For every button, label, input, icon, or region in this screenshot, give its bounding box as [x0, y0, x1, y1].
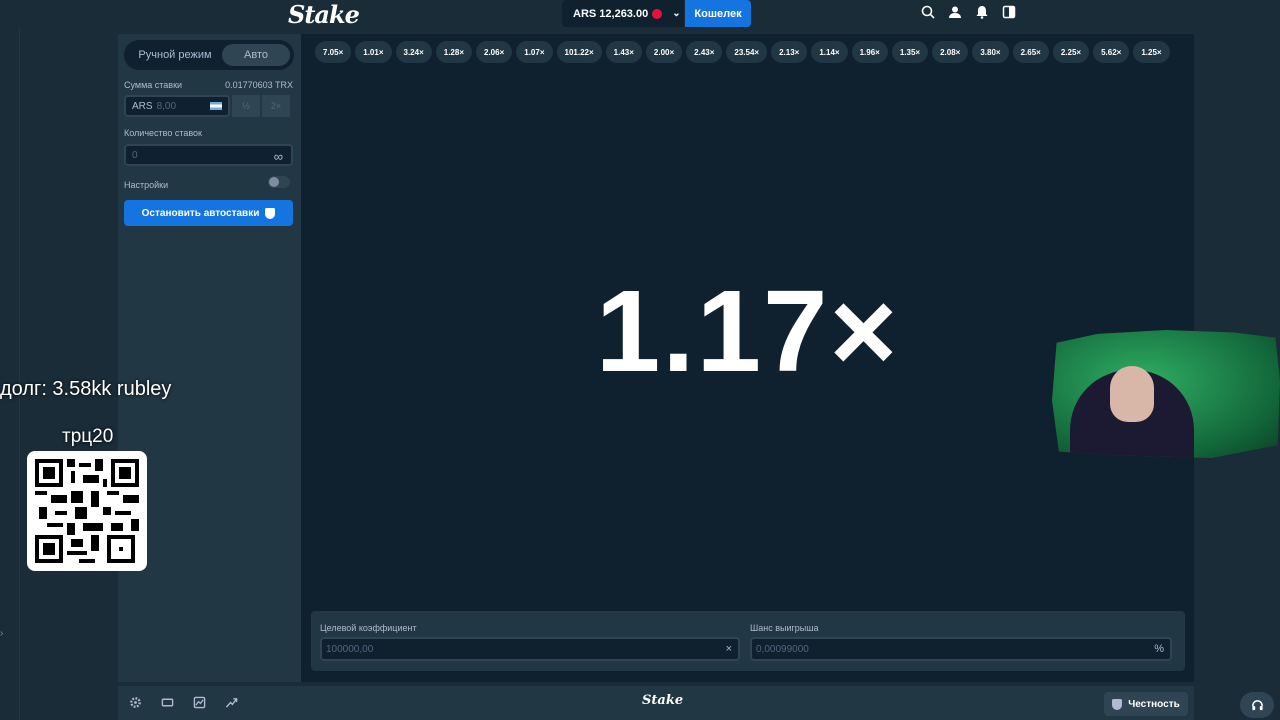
- history-result-pill[interactable]: 1.01×: [355, 41, 392, 63]
- history-result-pill[interactable]: 1.07×: [516, 41, 553, 63]
- multiplier-suffix-icon: ×: [725, 643, 732, 655]
- argentina-flag-icon: [210, 102, 222, 110]
- fairness-label: Честность: [1128, 698, 1180, 710]
- percent-suffix-icon: %: [1154, 643, 1164, 655]
- history-result-pill[interactable]: 5.62×: [1093, 41, 1130, 63]
- history-result-pill[interactable]: 1.28×: [435, 41, 472, 63]
- game-footer: Stake Честность: [118, 686, 1194, 720]
- double-bet-button[interactable]: 2×: [262, 95, 290, 117]
- qr-code-image: [35, 459, 139, 563]
- history-result-pill[interactable]: 1.43×: [605, 41, 642, 63]
- stream-overlay-debt-text: долг: 3.58kk rubley: [0, 378, 172, 400]
- bet-amount-value: 8,00: [156, 100, 177, 112]
- half-bet-button[interactable]: ½: [232, 95, 260, 117]
- shield-icon: [265, 207, 276, 219]
- history-result-pill[interactable]: 2.13×: [771, 41, 808, 63]
- bet-sidebar: Ручной режим Авто Сумма ставки 0.0177060…: [118, 34, 301, 682]
- history-result-pill[interactable]: 2.65×: [1012, 41, 1049, 63]
- top-bar: Stake ARS 12,263.00 ⌄ Кошелек: [0, 0, 1280, 29]
- bet-parameters-panel: Целевой коэффициент 100000,00 × Шанс выи…: [311, 611, 1185, 671]
- theatre-mode-icon[interactable]: [160, 696, 174, 710]
- win-chance-value: 0,00099000: [756, 643, 809, 655]
- stop-autobet-label: Остановить автоставки: [141, 207, 260, 219]
- history-result-pill[interactable]: 2.06×: [476, 41, 513, 63]
- win-chance-label: Шанс выигрыша: [750, 623, 819, 633]
- collapse-arrow-icon[interactable]: ›: [0, 628, 8, 639]
- donation-qr-code: [27, 451, 147, 571]
- history-result-pill[interactable]: 2.25×: [1052, 41, 1090, 63]
- settings-label: Настройки: [124, 180, 169, 190]
- wallet-button[interactable]: Кошелек: [685, 0, 751, 27]
- toggle-knob: [269, 177, 279, 187]
- stats-chart-icon[interactable]: [192, 696, 206, 710]
- win-chance-input[interactable]: 0,00099000 %: [750, 637, 1172, 661]
- sidebar-toggle-icon[interactable]: [1001, 5, 1017, 21]
- history-result-pill[interactable]: 3.24×: [395, 41, 432, 63]
- history-result-pill[interactable]: 2.00×: [645, 41, 683, 63]
- settings-gear-icon[interactable]: [128, 696, 142, 710]
- history-result-pill[interactable]: 2.08×: [932, 41, 969, 63]
- bet-currency: ARS: [132, 100, 153, 112]
- bell-icon[interactable]: [974, 5, 990, 21]
- target-multiplier-value: 100000,00: [326, 643, 374, 655]
- support-headset-icon[interactable]: [1240, 692, 1274, 718]
- stake-logo[interactable]: Stake: [288, 0, 360, 29]
- tab-manual-mode[interactable]: Ручной режим: [128, 44, 222, 66]
- balance-value: ARS 12,263.00: [573, 7, 649, 20]
- target-multiplier-label: Целевой коэффициент: [320, 623, 417, 633]
- recent-results: 7.05× 1.01× 3.24× 1.28× 2.06× 1.07× 101.22× 1.4…: [315, 41, 1170, 63]
- streamer-webcam: [1052, 330, 1280, 458]
- bets-count-input[interactable]: 0 ∞: [124, 144, 293, 166]
- infinity-icon[interactable]: ∞: [274, 149, 283, 164]
- search-icon[interactable]: [920, 5, 936, 21]
- bet-amount-crypto: 0.01770603 TRX: [225, 80, 293, 90]
- left-rail: ›: [0, 0, 20, 720]
- fairness-shield-icon: [1112, 698, 1123, 710]
- stream-overlay-code-text: трц20: [62, 426, 114, 447]
- fairness-button[interactable]: Честность: [1104, 692, 1188, 716]
- bet-amount-input[interactable]: ARS 8,00: [124, 95, 230, 117]
- bets-count-value: 0: [132, 149, 138, 161]
- live-stats-icon[interactable]: [224, 696, 238, 710]
- bets-count-label: Количество ставок: [124, 128, 202, 138]
- history-result-pill[interactable]: 1.14×: [811, 41, 848, 63]
- history-result-pill[interactable]: 2.43×: [686, 41, 723, 63]
- footer-stake-logo: Stake: [642, 693, 684, 708]
- history-result-pill[interactable]: 3.80×: [972, 41, 1009, 63]
- currency-gem-icon: [652, 8, 663, 19]
- history-result-pill[interactable]: 23.54×: [726, 41, 768, 63]
- bet-amount-label: Сумма ставки: [124, 80, 183, 90]
- user-icon[interactable]: [947, 5, 963, 21]
- settings-toggle[interactable]: [268, 176, 290, 188]
- history-result-pill[interactable]: 7.05×: [315, 41, 352, 63]
- tab-auto-mode[interactable]: Авто: [222, 44, 290, 66]
- balance-selector[interactable]: ARS 12,263.00 ⌄: [562, 0, 684, 27]
- history-result-pill[interactable]: 101.22×: [556, 41, 602, 63]
- mode-switcher: Ручной режим Авто: [124, 40, 294, 70]
- history-result-pill[interactable]: 1.96×: [851, 41, 888, 63]
- target-multiplier-input[interactable]: 100000,00 ×: [320, 637, 740, 661]
- chevron-down-icon: ⌄: [672, 8, 681, 19]
- stop-autobet-button[interactable]: Остановить автоставки: [124, 200, 293, 226]
- history-result-pill[interactable]: 1.25×: [1133, 41, 1170, 63]
- history-result-pill[interactable]: 1.35×: [891, 41, 929, 63]
- streamer-face: [1110, 366, 1154, 422]
